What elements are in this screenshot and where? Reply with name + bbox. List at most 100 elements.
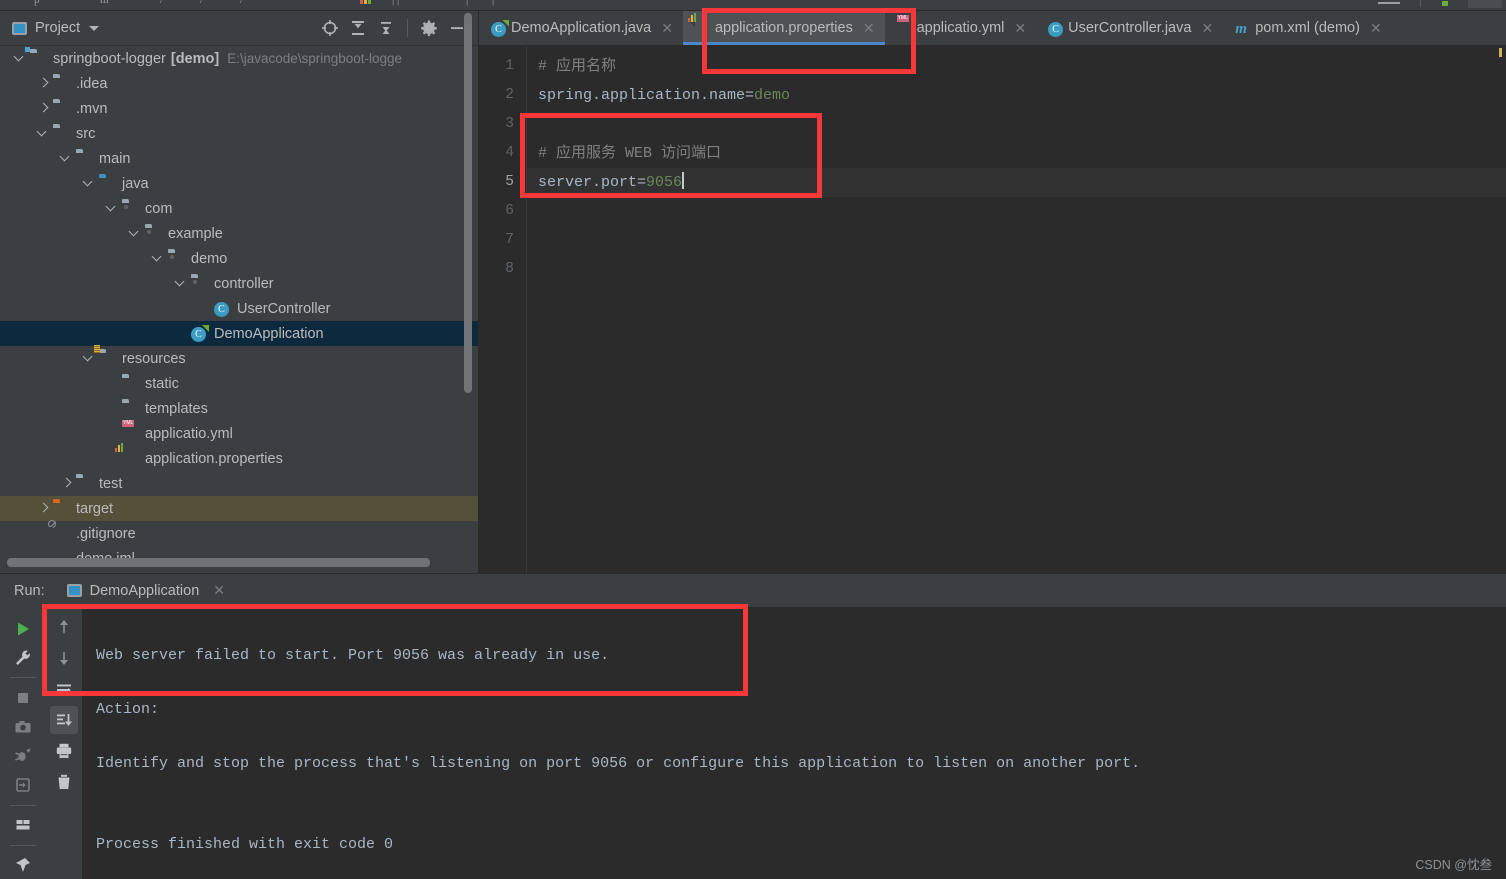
wrench-icon[interactable] [8,644,38,671]
chevron-down-icon[interactable] [60,152,73,165]
rerun-icon[interactable] [8,615,38,642]
code-line[interactable] [527,255,1506,284]
gear-icon[interactable] [416,15,442,41]
yml-file-icon: YML [896,14,909,22]
tree-item-gitignore[interactable]: .gitignore [0,520,478,546]
soft-wrap-icon[interactable] [50,675,78,703]
editor-tab-demoapplication-java[interactable]: C DemoApplication.java ✕ [479,11,683,45]
tree-item-label: .gitignore [76,525,136,542]
package-icon [122,201,139,216]
chevron-right-icon[interactable] [37,502,50,515]
trash-icon[interactable] [50,768,78,796]
chevron-right-icon[interactable] [60,477,73,490]
console-output[interactable]: Web server failed to start. Port 9056 wa… [82,607,1506,879]
tree-item-templates[interactable]: templates [0,396,478,421]
tree-item-label: UserController [237,300,331,317]
package-icon [191,276,208,291]
arrow-up-icon[interactable] [50,613,78,641]
editor-tab-application-properties[interactable]: application.properties ✕ [682,11,885,45]
tree-item-example[interactable]: example [0,221,478,246]
editor-tab-pom-xml-demo[interactable]: m pom.xml (demo) ✕ [1223,11,1391,45]
run-tab-label: DemoApplication [89,582,200,599]
project-tree[interactable]: springboot-logger [demo] E:\javacode\sprin… [0,46,478,563]
tree-item-mvn[interactable]: .mvn [0,96,478,121]
tree-item-application-properties[interactable]: application.properties [0,443,478,471]
locate-icon[interactable] [317,15,343,41]
tree-item-springboot-logger[interactable]: springboot-logger [demo] E:\javacode\sprin… [0,46,478,71]
editor-code-area[interactable]: 1 2 3 4 5 6 7 8 # 应用名称 spring.application.name=d… [479,46,1506,573]
tree-item-java[interactable]: java [0,171,478,196]
tree-item-controller[interactable]: controller [0,271,478,296]
spring-boot-class-icon: C [491,21,506,37]
tree-item-test[interactable]: test [0,471,478,496]
editor-tab-applicatio-yml[interactable]: YML applicatio.yml ✕ [885,11,1037,45]
code-line[interactable] [527,226,1506,255]
tree-item-usercontroller[interactable]: C UserController [0,296,478,321]
tree-item-com[interactable]: com [0,196,478,221]
tree-item-src[interactable]: src [0,121,478,146]
close-icon[interactable]: ✕ [661,20,673,37]
code-line[interactable]: # 应用名称 [527,52,1506,81]
line-number: 2 [505,87,514,103]
tree-item-target[interactable]: target [0,496,478,521]
run-configuration-icon [66,584,82,597]
editor-text[interactable]: # 应用名称 spring.application.name=demo # 应用服… [527,46,1506,573]
ide-window: p m / / / | | | | Project springboot-log… [0,0,1506,879]
tree-item-demo[interactable]: demo [0,246,478,271]
editor-tab-label: DemoApplication.java [511,20,652,36]
pin-icon[interactable] [8,852,38,879]
chevron-right-icon[interactable] [37,102,50,115]
close-icon[interactable]: ✕ [863,20,875,37]
tree-item-main[interactable]: main [0,146,478,171]
print-icon[interactable] [50,737,78,765]
tree-item-demoapplication[interactable]: C DemoApplication [0,321,478,346]
expand-all-icon[interactable] [345,15,371,41]
chevron-down-icon[interactable] [175,277,188,290]
chevron-down-icon[interactable] [152,252,165,265]
project-tree-vertical-scrollbar[interactable] [464,13,472,393]
tree-item-resources[interactable]: resources [0,346,478,371]
tree-item-applicatio-yml[interactable]: YML applicatio.yml [0,420,478,446]
chevron-right-icon[interactable] [37,77,50,90]
chevron-down-icon[interactable] [83,352,96,365]
chevron-down-icon[interactable] [106,202,119,215]
code-line[interactable]: # 应用服务 WEB 访问端口 [527,139,1506,168]
folder-icon [76,476,93,491]
spring-boot-class-icon: C [191,326,208,342]
debug-icon[interactable] [8,743,38,770]
chevron-down-icon[interactable] [129,227,142,240]
stop-icon[interactable] [8,684,38,711]
arrow-down-icon[interactable] [50,644,78,672]
camera-icon[interactable] [8,713,38,740]
close-icon[interactable]: ✕ [1201,20,1213,37]
maven-file-icon: m [1235,20,1247,37]
editor-tab-usercontroller-java[interactable]: C UserController.java ✕ [1036,11,1223,45]
export-icon[interactable] [8,772,38,799]
chevron-down-icon[interactable] [83,177,96,190]
tree-item-static[interactable]: static [0,371,478,396]
scroll-to-end-icon[interactable] [49,706,78,734]
tree-item-label: DemoApplication [214,325,324,342]
code-line[interactable]: spring.application.name=demo [527,81,1506,110]
folder-icon [76,151,93,166]
run-tab-demoapplication[interactable]: DemoApplication ✕ [66,582,225,599]
code-line[interactable] [527,197,1506,226]
console-line: Action: [96,701,160,718]
code-line[interactable]: server.port=9056 [527,168,1506,197]
console-line: Identify and stop the process that's lis… [96,755,1141,772]
chevron-down-icon[interactable] [14,52,27,65]
close-icon[interactable]: ✕ [1370,20,1382,37]
tree-item-idea[interactable]: .idea [0,71,478,96]
chevron-down-icon[interactable] [37,127,50,140]
editor-tab-bar[interactable]: C DemoApplication.java ✕ application.proper… [479,11,1506,46]
layout-icon[interactable] [8,812,38,839]
close-icon[interactable]: ✕ [1014,20,1026,37]
tree-item-label: templates [145,400,208,417]
chevron-down-icon[interactable] [89,25,100,31]
code-line[interactable] [527,110,1506,139]
close-icon[interactable]: ✕ [213,582,225,599]
collapse-all-icon[interactable] [373,15,399,41]
project-tree-horizontal-scrollbar[interactable] [7,558,430,567]
